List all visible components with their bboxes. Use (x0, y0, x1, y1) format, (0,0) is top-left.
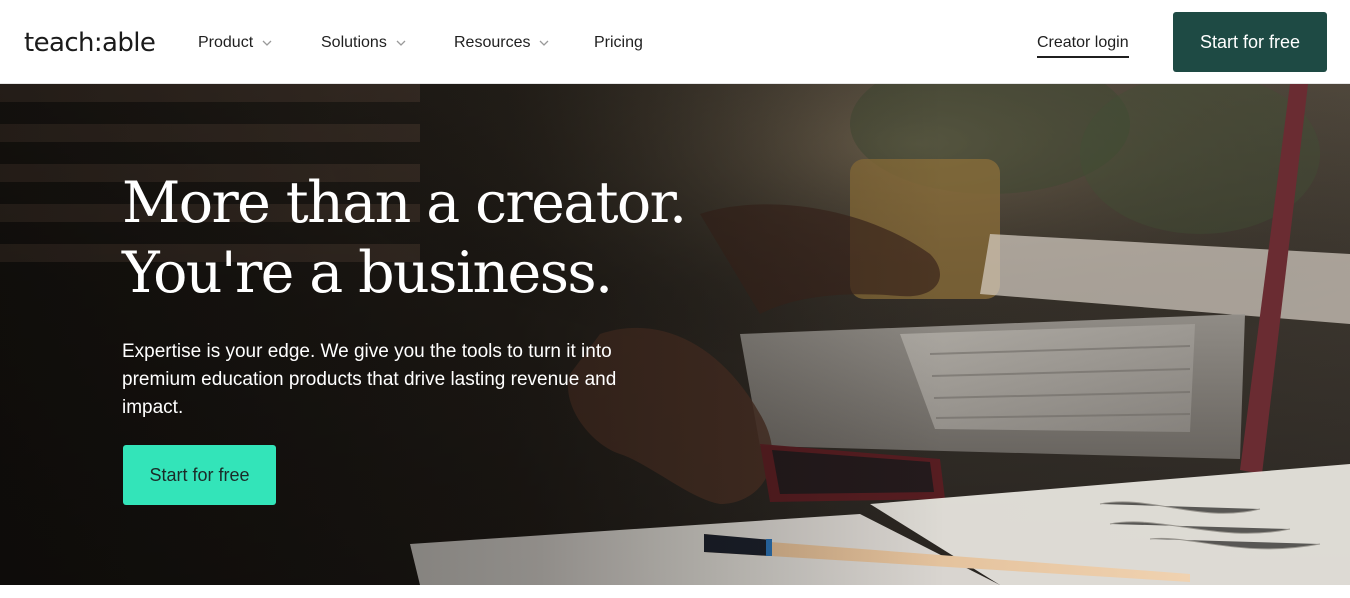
chevron-down-icon (539, 38, 549, 48)
hero-headline: More than a creator. You're a business. (122, 168, 742, 308)
hero-section: More than a creator. You're a business. … (0, 84, 1350, 585)
hero-headline-line-2: You're a business. (122, 240, 613, 306)
hero-headline-line-1: More than a creator. (122, 170, 687, 236)
site-header: teach:able Product Solutions Resources P… (0, 0, 1350, 84)
chevron-down-icon (262, 38, 272, 48)
nav-item-label: Solutions (321, 34, 387, 51)
nav-item-label: Resources (454, 34, 531, 51)
teachable-logo[interactable]: teach:able (24, 27, 156, 59)
nav-item-resources[interactable]: Resources (454, 31, 549, 55)
nav-item-product[interactable]: Product (198, 31, 272, 55)
header-start-free-button[interactable]: Start for free (1173, 12, 1327, 72)
hero-start-free-button[interactable]: Start for free (123, 445, 276, 505)
nav-item-pricing[interactable]: Pricing (594, 31, 643, 55)
hero-subtext: Expertise is your edge. We give you the … (122, 341, 617, 418)
chevron-down-icon (396, 38, 406, 48)
nav-item-solutions[interactable]: Solutions (321, 31, 406, 55)
nav-item-label: Pricing (594, 34, 643, 51)
creator-login-link[interactable]: Creator login (1037, 31, 1129, 58)
hero-dark-overlay (0, 84, 1350, 585)
nav-item-label: Product (198, 34, 254, 51)
